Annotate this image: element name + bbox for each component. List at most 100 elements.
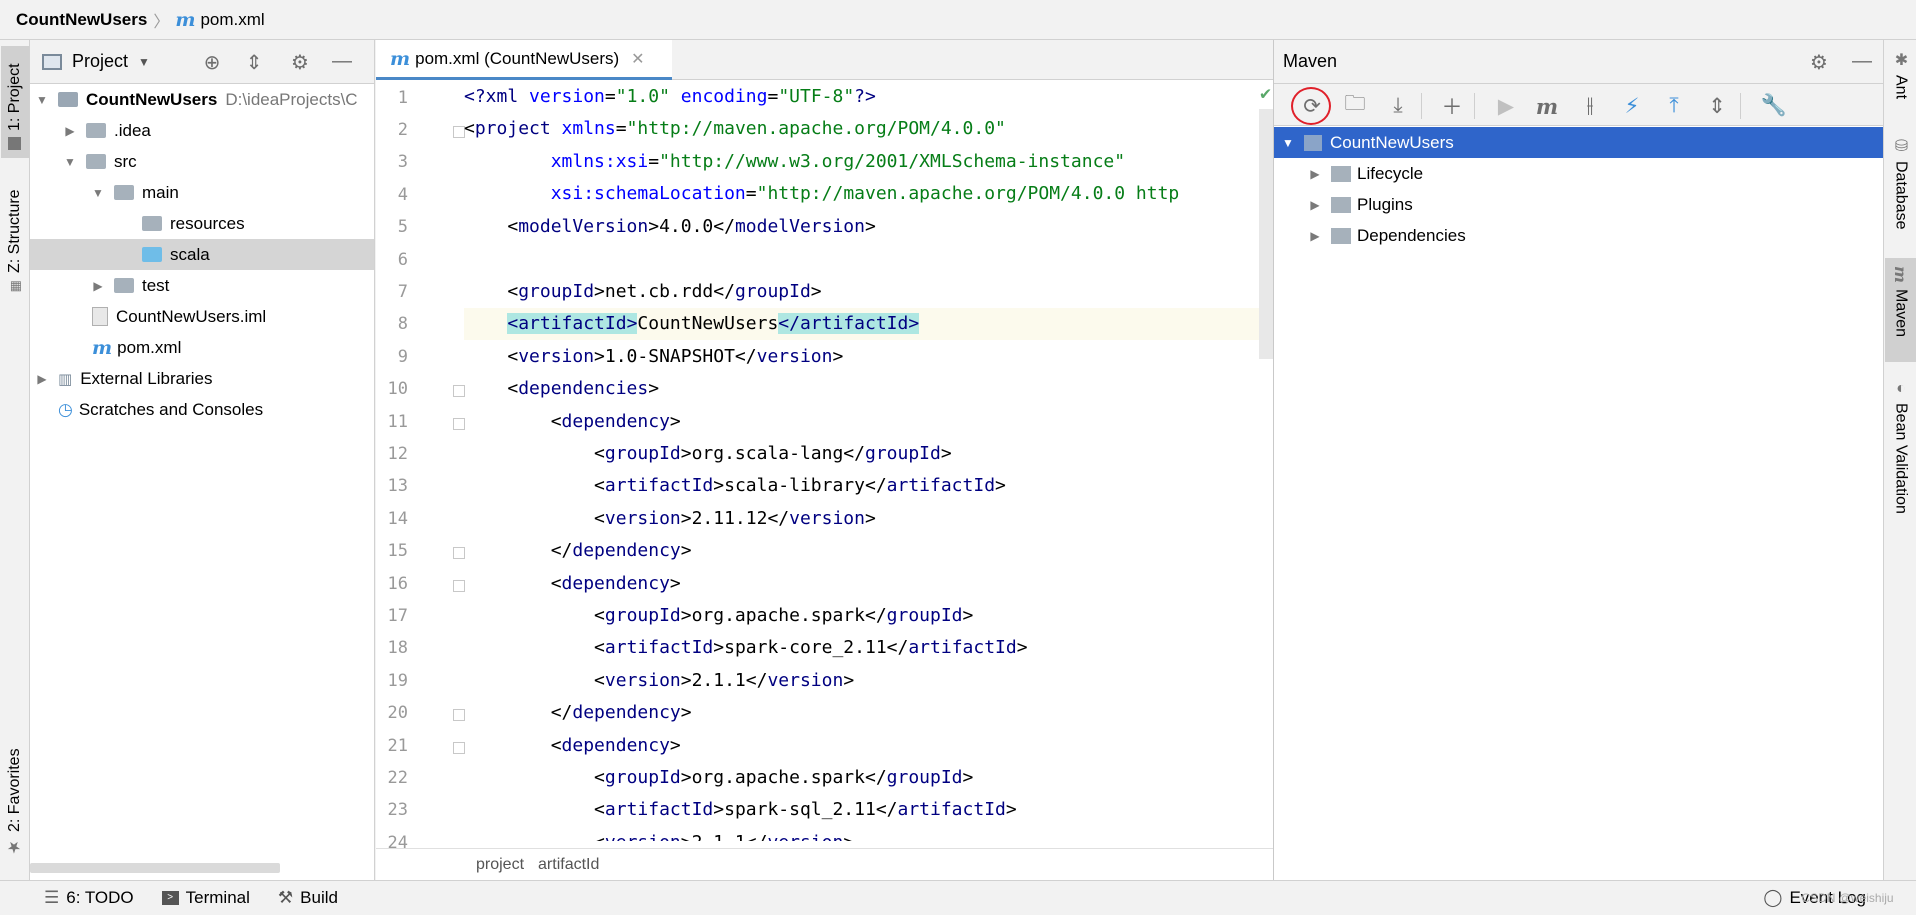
line-number: 16 xyxy=(387,574,408,594)
gear-icon[interactable]: ⚙ xyxy=(288,50,312,75)
maven-tool-tab[interactable]: m Maven xyxy=(1885,258,1916,362)
project-tool-tab[interactable]: 1: Project xyxy=(1,46,29,158)
bean-validation-tool-label: Bean Validation xyxy=(1892,403,1910,514)
maven-tree-dependencies[interactable]: ▶ Dependencies xyxy=(1274,220,1883,251)
project-view-selector[interactable]: Project xyxy=(72,51,128,72)
favorites-tool-tab[interactable]: ★ 2: Favorites xyxy=(1,740,29,865)
ant-tool-tab[interactable]: ✱ Ant xyxy=(1885,42,1916,114)
tree-item-src[interactable]: ▼ src xyxy=(30,146,374,177)
collapsed-arrow-icon[interactable]: ▶ xyxy=(34,372,50,386)
line-number: 21 xyxy=(387,736,408,756)
tree-item-label: External Libraries xyxy=(80,368,213,388)
vertical-scrollbar[interactable] xyxy=(1259,109,1273,359)
tree-item-external-libraries[interactable]: ▶ ▥ External Libraries xyxy=(30,363,374,394)
token: < xyxy=(464,767,605,788)
collapsed-arrow-icon[interactable]: ▶ xyxy=(90,279,106,293)
expanded-arrow-icon[interactable]: ▼ xyxy=(34,93,50,107)
chevron-down-icon[interactable]: ▼ xyxy=(138,55,150,69)
tree-item-main[interactable]: ▼ main xyxy=(30,177,374,208)
lifecycle-icon xyxy=(1331,165,1351,182)
token: > xyxy=(962,605,974,626)
horizontal-scrollbar[interactable] xyxy=(30,863,280,873)
terminal-tool-tab[interactable]: > Terminal xyxy=(161,888,250,908)
tree-item-root[interactable]: ▼ CountNewUsers D:\ideaProjects\C xyxy=(30,84,374,115)
code-line: <groupId>net.cb.rdd</groupId> xyxy=(464,276,1273,308)
tree-item-label: resources xyxy=(170,213,245,233)
token: artifactId xyxy=(604,475,714,496)
bean-validation-tool-tab[interactable]: ◐ Bean Validation xyxy=(1885,372,1916,542)
code-line: </dependency> xyxy=(464,535,1273,567)
tree-item-scala[interactable]: scala xyxy=(30,239,374,270)
expanded-arrow-icon[interactable]: ▼ xyxy=(62,155,78,169)
toggle-offline-icon[interactable]: ⫲ xyxy=(1576,92,1604,120)
gear-icon[interactable]: ⚙ xyxy=(1807,50,1831,75)
nav-project[interactable]: CountNewUsers xyxy=(16,10,147,30)
close-icon[interactable]: ✕ xyxy=(631,49,644,69)
download-icon[interactable]: ⤓ xyxy=(1384,92,1412,120)
collapsed-arrow-icon[interactable]: ▶ xyxy=(1307,167,1323,181)
token: >4.0.0</ xyxy=(648,216,735,237)
database-tool-label: Database xyxy=(1892,161,1910,230)
code-line-current: <artifactId>CountNewUsers</artifactId> xyxy=(464,308,1273,340)
skip-tests-icon[interactable]: ⚡ xyxy=(1618,92,1646,120)
line-number: 1 xyxy=(397,88,408,108)
wrench-icon[interactable]: 🔧 xyxy=(1760,92,1788,120)
token: groupId xyxy=(604,767,681,788)
token: > xyxy=(1016,637,1028,658)
collapsed-arrow-icon[interactable]: ▶ xyxy=(1307,229,1323,243)
code-line: <artifactId>scala-library</artifactId> xyxy=(464,470,1273,502)
breadcrumb-item[interactable]: project xyxy=(476,856,524,874)
tree-item-test[interactable]: ▶ test xyxy=(30,270,374,301)
minimize-icon[interactable]: — xyxy=(1850,50,1874,73)
token: dependency xyxy=(561,735,670,756)
token: < xyxy=(464,508,605,529)
database-tool-tab[interactable]: ⛁ Database xyxy=(1885,128,1916,240)
line-number: 7 xyxy=(397,282,408,302)
structure-tool-tab[interactable]: ▦ Z: Structure xyxy=(1,180,29,302)
check-icon[interactable]: ✔ xyxy=(1260,83,1271,104)
show-dependencies-icon[interactable]: ⤒ xyxy=(1660,92,1688,120)
right-tool-strip: ✱ Ant ⛁ Database m Maven ◐ Bean Validation xyxy=(1883,40,1916,880)
tree-item-resources[interactable]: resources xyxy=(30,208,374,239)
tree-item-scratches[interactable]: ◷ Scratches and Consoles xyxy=(30,394,374,425)
add-icon[interactable]: ＋ xyxy=(1438,92,1466,120)
tab-pom-xml[interactable]: m pom.xml (CountNewUsers) ✕ xyxy=(376,40,672,80)
token: = xyxy=(615,118,627,139)
project-view-icon xyxy=(42,53,62,70)
maven-tree-lifecycle[interactable]: ▶ Lifecycle xyxy=(1274,158,1883,189)
collapsed-arrow-icon[interactable]: ▶ xyxy=(62,124,78,138)
maven-tree-plugins[interactable]: ▶ Plugins xyxy=(1274,189,1883,220)
collapse-all-icon[interactable]: ⇕ xyxy=(1703,92,1731,120)
locate-icon[interactable]: ⊕ xyxy=(200,50,224,75)
token: groupId xyxy=(864,443,941,464)
tree-item-idea[interactable]: ▶ .idea xyxy=(30,115,374,146)
todo-tool-tab[interactable]: ☰ 6: TODO xyxy=(44,888,134,908)
token: </ xyxy=(464,540,573,561)
collapsed-arrow-icon[interactable]: ▶ xyxy=(1307,198,1323,212)
token: > xyxy=(995,475,1006,496)
token: artifactId xyxy=(604,637,714,658)
token: >org.apache.spark</ xyxy=(680,767,887,788)
generate-sources-icon[interactable]: 🗀 xyxy=(1341,92,1369,120)
minimize-icon[interactable]: — xyxy=(330,50,354,73)
execute-goal-icon[interactable]: m xyxy=(1533,92,1561,120)
token: >org.apache.spark</ xyxy=(680,605,887,626)
run-icon[interactable]: ▶ xyxy=(1492,92,1520,120)
expanded-arrow-icon[interactable]: ▼ xyxy=(1280,136,1296,150)
code-line: <groupId>org.apache.spark</groupId> xyxy=(464,762,1273,794)
maven-tree-root[interactable]: ▼ CountNewUsers xyxy=(1274,127,1883,158)
breadcrumb-item[interactable]: artifactId xyxy=(538,856,599,874)
token: xmlns xyxy=(561,118,616,139)
expanded-arrow-icon[interactable]: ▼ xyxy=(90,186,106,200)
token: >org.scala-lang</ xyxy=(680,443,865,464)
code-editor[interactable]: <?xml version="1.0" encoding="UTF-8"?> <… xyxy=(464,81,1273,841)
structure-tool-label: Z: Structure xyxy=(6,189,23,273)
nav-file[interactable]: pom.xml xyxy=(200,10,264,30)
tree-item-pom[interactable]: m pom.xml xyxy=(30,332,374,363)
tree-item-iml[interactable]: CountNewUsers.iml xyxy=(30,301,374,332)
collapse-all-icon[interactable]: ⇕ xyxy=(242,50,266,75)
build-tool-tab[interactable]: ⚒ Build xyxy=(278,888,338,908)
event-log-tool-tab[interactable]: ◯ Event Log CSDN @weishiju xyxy=(1763,888,1893,908)
breadcrumb: project artifactId xyxy=(376,848,1273,880)
